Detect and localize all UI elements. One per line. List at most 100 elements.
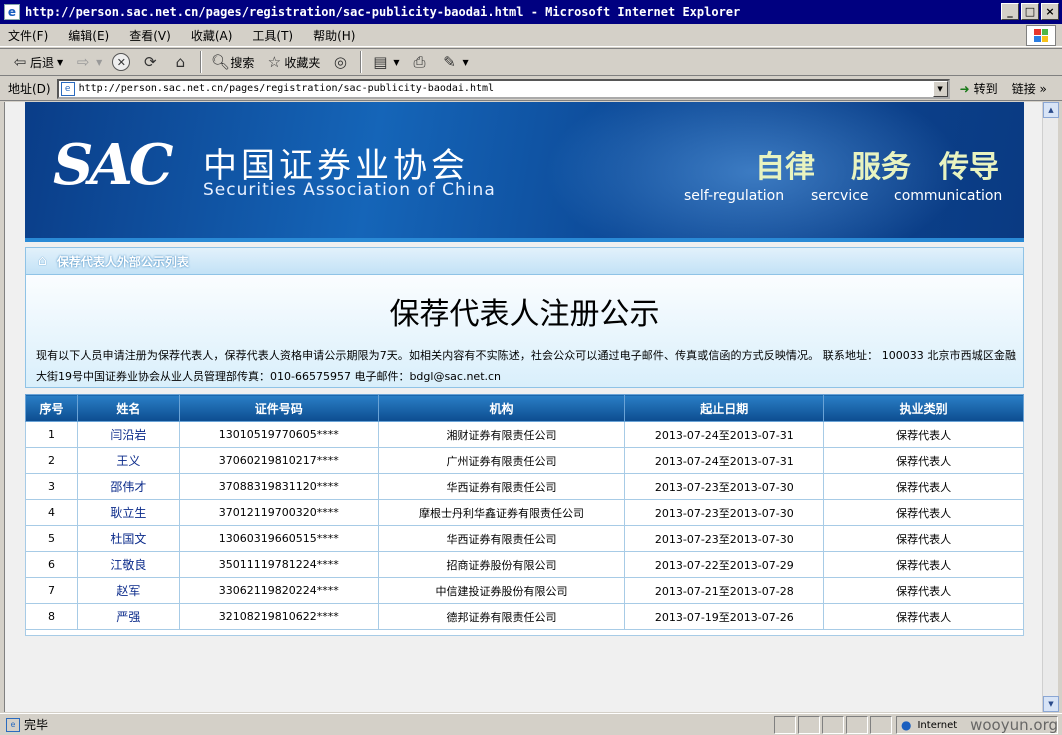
print-button[interactable]: ⎙ [406, 50, 434, 74]
links-label: 链接 [1011, 82, 1036, 96]
go-label: 转到 [973, 82, 998, 96]
cell-index: 2 [25, 447, 78, 474]
cell-id-number: 37012119700320**** [178, 499, 379, 526]
back-button[interactable]: ⇦ 后退 ▼ [6, 50, 67, 74]
menu-file[interactable]: 文件(F) [8, 27, 48, 44]
dropdown-arrow-icon[interactable]: ▼ [96, 58, 102, 67]
cell-date-range: 2013-07-23至2013-07-30 [624, 525, 825, 552]
cell-institution: 华西证券有限责任公司 [377, 473, 626, 500]
minimize-button[interactable]: _ [1001, 3, 1019, 20]
toolbar: ⇦ 后退 ▼ ⇨ ▼ ✕ ⟳ ⌂ 🔍︎ 搜索 ☆ 收藏夹 ◎ ▤ ▼ ⎙ ✎ ▼ [0, 48, 1062, 76]
page-icon: e [6, 717, 20, 732]
address-bar: 地址(D) e http://person.sac.net.cn/pages/r… [0, 77, 1062, 101]
cell-date-range: 2013-07-19至2013-07-26 [624, 603, 825, 630]
home-button[interactable]: ⌂ [166, 50, 194, 74]
star-icon: ☆ [267, 53, 282, 71]
links-button[interactable]: 链接 » [1012, 80, 1047, 97]
globe-icon: ● [901, 718, 912, 732]
header-institution: 机构 [377, 394, 626, 422]
cell-name-link[interactable]: 邵伟才 [76, 473, 180, 500]
cell-category: 保荐代表人 [823, 525, 1024, 552]
table-row: 5 杜国文 13060319660515**** 华西证券有限责任公司 2013… [25, 525, 1024, 552]
printer-icon: ⎙ [413, 53, 426, 71]
media-icon: ◎ [333, 53, 347, 71]
cell-index: 7 [25, 577, 78, 604]
favorites-label: 收藏夹 [284, 55, 321, 70]
history-icon: ▤ [373, 53, 388, 71]
search-label: 搜索 [230, 55, 255, 70]
windows-logo-icon [1026, 25, 1056, 46]
dropdown-arrow-icon[interactable]: ▼ [57, 58, 63, 67]
menu-help[interactable]: 帮助(H) [313, 27, 355, 44]
refresh-button[interactable]: ⟳ [136, 50, 164, 74]
slogan-self-regulation: 自律 [755, 150, 815, 185]
cell-name-link[interactable]: 严强 [76, 603, 180, 630]
ie-icon: e [4, 4, 20, 20]
page-title: 保荐代表人注册公示 [389, 297, 660, 332]
cell-id-number: 37060219810217**** [178, 447, 379, 474]
dropdown-arrow-icon[interactable]: ▼ [463, 58, 469, 67]
menu-favorites[interactable]: 收藏(A) [191, 27, 233, 44]
cell-date-range: 2013-07-21至2013-07-28 [624, 577, 825, 604]
vertical-scrollbar[interactable]: ▲ ▼ [1042, 102, 1059, 712]
dropdown-arrow-icon[interactable]: ▼ [393, 58, 399, 67]
cell-id-number: 33062119820224**** [178, 577, 379, 604]
cell-category: 保荐代表人 [823, 577, 1024, 604]
refresh-icon: ⟳ [144, 53, 157, 71]
status-pane [822, 716, 844, 734]
cell-institution: 招商证券股份有限公司 [377, 551, 626, 578]
history-button[interactable]: ▤ ▼ [366, 50, 403, 74]
page-viewport: SAC 中国证券业协会 Securities Association of Ch… [4, 102, 1042, 712]
address-dropdown-icon[interactable]: ▼ [932, 80, 948, 97]
home-icon[interactable]: ⌂ [38, 253, 47, 269]
cell-institution: 摩根士丹利华鑫证券有限责任公司 [377, 499, 626, 526]
table-row: 1 闫沿岩 13010519770605**** 湘财证券有限责任公司 2013… [25, 421, 1024, 448]
scroll-down-icon[interactable]: ▼ [1043, 696, 1059, 712]
header-index: 序号 [25, 394, 78, 422]
media-button[interactable]: ◎ [326, 50, 354, 74]
address-url[interactable]: http://person.sac.net.cn/pages/registrat… [79, 83, 494, 94]
notice-text: 现有以下人员申请注册为保荐代表人，保荐代表人资格申请公示期限为7天。如相关内容有… [36, 349, 1016, 383]
menu-bar: 文件(F) 编辑(E) 查看(V) 收藏(A) 工具(T) 帮助(H) [0, 24, 1062, 47]
cell-name-link[interactable]: 江敬良 [76, 551, 180, 578]
toolbar-separator [360, 51, 363, 73]
address-input[interactable]: e http://person.sac.net.cn/pages/registr… [56, 78, 950, 99]
slogan-communication: 传导 [939, 150, 999, 185]
cell-id-number: 37088319831120**** [178, 473, 379, 500]
title-bar: e http://person.sac.net.cn/pages/registr… [0, 0, 1062, 24]
menu-edit[interactable]: 编辑(E) [68, 27, 109, 44]
table-row: 4 耿立生 37012119700320**** 摩根士丹利华鑫证券有限责任公司… [25, 499, 1024, 526]
status-pane [798, 716, 820, 734]
maximize-button[interactable]: □ [1021, 3, 1039, 20]
notice-box: 保荐代表人注册公示 现有以下人员申请注册为保荐代表人，保荐代表人资格申请公示期限… [25, 275, 1024, 388]
cell-name-link[interactable]: 赵军 [76, 577, 180, 604]
cell-category: 保荐代表人 [823, 499, 1024, 526]
stop-icon: ✕ [112, 53, 131, 71]
menu-tools[interactable]: 工具(T) [252, 27, 293, 44]
breadcrumb: ⌂ 保荐代表人外部公示列表 [25, 247, 1024, 275]
forward-button[interactable]: ⇨ ▼ [69, 50, 106, 74]
go-arrow-icon: ➜ [959, 81, 970, 96]
site-banner: SAC 中国证券业协会 Securities Association of Ch… [25, 102, 1024, 242]
search-icon: 🔍︎ [210, 53, 230, 71]
scroll-up-icon[interactable]: ▲ [1043, 102, 1059, 118]
edit-button[interactable]: ✎ ▼ [436, 50, 473, 74]
cell-name-link[interactable]: 闫沿岩 [76, 421, 180, 448]
search-button[interactable]: 🔍︎ 搜索 [206, 50, 258, 74]
status-text: 完毕 [24, 718, 49, 732]
window-title: http://person.sac.net.cn/pages/registrat… [25, 5, 741, 19]
status-pane [774, 716, 796, 734]
page-icon: e [60, 81, 75, 96]
stop-button[interactable]: ✕ [108, 50, 134, 74]
cell-category: 保荐代表人 [823, 603, 1024, 630]
go-button[interactable]: ➜ 转到 [960, 80, 998, 97]
close-button[interactable]: × [1041, 3, 1059, 20]
status-panes [774, 716, 892, 734]
cell-name-link[interactable]: 王义 [76, 447, 180, 474]
cell-date-range: 2013-07-24至2013-07-31 [624, 447, 825, 474]
cell-name-link[interactable]: 杜国文 [76, 525, 180, 552]
favorites-button[interactable]: ☆ 收藏夹 [260, 50, 324, 74]
cell-name-link[interactable]: 耿立生 [76, 499, 180, 526]
menu-view[interactable]: 查看(V) [129, 27, 171, 44]
back-label: 后退 [30, 55, 55, 70]
